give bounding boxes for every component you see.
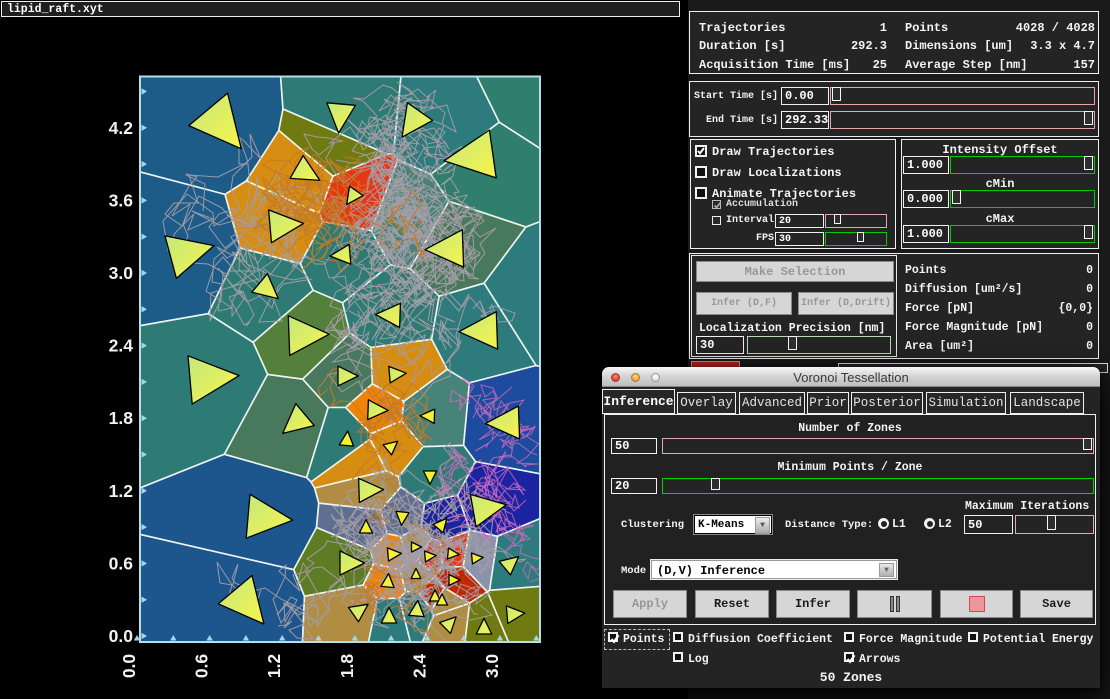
svg-text:4.2: 4.2 xyxy=(109,118,134,138)
svg-text:1.8: 1.8 xyxy=(337,654,357,679)
svg-text:0.6: 0.6 xyxy=(192,654,212,679)
svg-text:0.0: 0.0 xyxy=(119,654,139,679)
svg-text:2.4: 2.4 xyxy=(409,654,429,679)
svg-text:1.8: 1.8 xyxy=(109,408,134,428)
svg-text:3.0: 3.0 xyxy=(482,654,502,679)
svg-text:1.2: 1.2 xyxy=(109,481,134,501)
svg-text:3.0: 3.0 xyxy=(109,263,134,283)
svg-text:2.4: 2.4 xyxy=(109,336,134,356)
svg-text:0.6: 0.6 xyxy=(109,553,134,573)
svg-text:3.6: 3.6 xyxy=(109,190,134,210)
svg-text:1.2: 1.2 xyxy=(264,654,284,679)
svg-text:0.0: 0.0 xyxy=(109,626,134,646)
